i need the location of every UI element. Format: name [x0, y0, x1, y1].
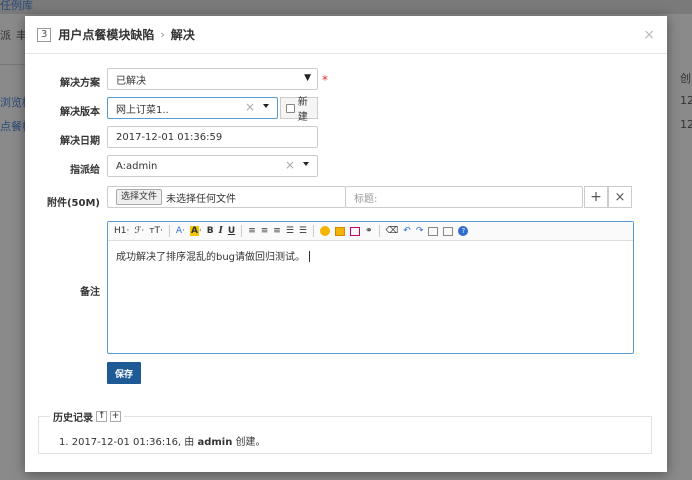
- remove-attachment-button[interactable]: ×: [608, 186, 632, 208]
- media-icon[interactable]: [349, 226, 360, 236]
- history-entry-suffix: 创建。: [232, 437, 266, 448]
- new-build-checkbox[interactable]: 新建: [280, 97, 318, 123]
- fullscreen-icon[interactable]: [428, 226, 439, 236]
- required-marker: *: [322, 73, 328, 87]
- toolbar-divider: [168, 225, 170, 237]
- date-label: 解决日期: [60, 136, 100, 147]
- comment-text: 成功解决了排序混乱的bug请做回归测试。: [116, 252, 306, 263]
- bug-title: 用户点餐模块缺陷: [58, 28, 155, 42]
- history-expand-button[interactable]: +: [110, 411, 121, 422]
- attachment-label: 附件(50M): [46, 198, 100, 209]
- redo-icon[interactable]: ↷: [416, 224, 424, 238]
- add-attachment-button[interactable]: +: [584, 186, 608, 208]
- resolved-date-input[interactable]: 2017-12-01 01:36:59: [107, 126, 318, 148]
- font-color-button[interactable]: A·: [176, 224, 185, 238]
- modal-header: 3 用户点餐模块缺陷 › 解决 ×: [25, 16, 667, 54]
- toolbar-divider: [312, 225, 314, 237]
- underline-button[interactable]: U: [228, 224, 235, 238]
- build-label: 解决版本: [60, 107, 100, 118]
- build-select[interactable]: 网上订菜1.. ×: [107, 97, 278, 119]
- bold-button[interactable]: B: [207, 224, 214, 238]
- heading-button[interactable]: H1·: [114, 224, 129, 238]
- dropdown-icon: ·: [198, 226, 202, 236]
- attachment-title-placeholder: 标题:: [354, 193, 378, 205]
- help-icon[interactable]: ?: [458, 226, 469, 236]
- ordered-list-icon[interactable]: ☰: [286, 224, 294, 238]
- chevron-down-icon: ▼: [304, 73, 311, 83]
- history-entry: 1. 2017-12-01 01:36:16, 由 admin 创建。: [59, 433, 266, 448]
- bug-id-badge: 3: [37, 27, 52, 42]
- clear-icon[interactable]: ×: [245, 100, 255, 114]
- toolbar-divider: [241, 225, 243, 237]
- background-header-strip: [0, 0, 692, 14]
- choose-file-button[interactable]: 选择文件: [116, 189, 163, 205]
- bg-color-button[interactable]: A: [189, 226, 199, 236]
- unordered-list-icon[interactable]: ☰: [299, 224, 307, 238]
- emoji-icon[interactable]: [319, 226, 330, 236]
- background-link-case-library[interactable]: 任例库: [0, 0, 33, 13]
- editor-content[interactable]: 成功解决了排序混乱的bug请做回归测试。: [108, 241, 633, 270]
- background-column-header: 创: [680, 72, 691, 85]
- history-entry-prefix: 1. 2017-12-01 01:36:16, 由: [59, 437, 198, 448]
- background-text-assign: 派: [0, 29, 11, 42]
- editor-toolbar: H1· ℱ· тT· A· A · B I U ≡ ≡ ≡ ☰ ☰ ⚭ ⌫ ↶ ↷…: [108, 222, 633, 241]
- resolution-value: 已解决: [116, 75, 146, 87]
- new-build-label: 新建: [297, 97, 308, 123]
- font-family-button[interactable]: ℱ·: [134, 224, 144, 238]
- build-value: 网上订菜1..: [116, 104, 169, 116]
- align-center-icon[interactable]: ≡: [261, 224, 269, 238]
- undo-icon[interactable]: ↶: [403, 224, 411, 238]
- align-left-icon[interactable]: ≡: [248, 224, 256, 238]
- font-size-button[interactable]: тT·: [149, 224, 163, 238]
- plus-icon: +: [590, 189, 602, 205]
- assign-value: A:admin: [116, 160, 158, 172]
- clear-icon[interactable]: ×: [285, 158, 295, 172]
- checkbox-icon[interactable]: [286, 103, 295, 113]
- close-icon[interactable]: ×: [643, 27, 655, 43]
- attachment-title-input[interactable]: 标题:: [345, 186, 583, 208]
- save-button[interactable]: 保存: [107, 362, 141, 384]
- resolution-label: 解决方案: [60, 78, 100, 89]
- align-right-icon[interactable]: ≡: [273, 224, 281, 238]
- source-icon[interactable]: [443, 226, 454, 236]
- eraser-icon[interactable]: ⌫: [386, 224, 399, 238]
- link-icon[interactable]: ⚭: [365, 224, 373, 238]
- background-cell: 12-: [680, 118, 692, 131]
- chevron-down-icon: [303, 162, 309, 166]
- toolbar-divider: [378, 225, 380, 237]
- no-file-text: 未选择任何文件: [166, 193, 237, 205]
- history-entry-user: admin: [197, 437, 233, 448]
- file-input[interactable]: 选择文件 未选择任何文件: [107, 186, 346, 208]
- history-legend: 历史记录 ↑ +: [50, 409, 124, 424]
- text-cursor: [309, 251, 311, 262]
- resolved-date-value: 2017-12-01 01:36:59: [116, 131, 223, 143]
- assign-select[interactable]: A:admin ×: [107, 155, 318, 177]
- background-cell: 12-: [680, 94, 692, 107]
- history-title: 历史记录: [53, 413, 93, 424]
- image-icon[interactable]: [334, 226, 345, 236]
- comment-label: 备注: [80, 287, 100, 298]
- action-title: 解决: [170, 28, 195, 42]
- close-icon: ×: [614, 189, 626, 205]
- chevron-down-icon: [263, 104, 269, 108]
- resolution-select[interactable]: 已解决 ▼: [107, 68, 318, 90]
- history-toggle-order-button[interactable]: ↑: [96, 411, 107, 422]
- italic-button[interactable]: I: [219, 224, 223, 238]
- comment-editor[interactable]: H1· ℱ· тT· A· A · B I U ≡ ≡ ≡ ☰ ☰ ⚭ ⌫ ↶ ↷…: [107, 221, 634, 354]
- assign-label: 指派给: [70, 165, 100, 176]
- breadcrumb-separator: ›: [160, 28, 165, 41]
